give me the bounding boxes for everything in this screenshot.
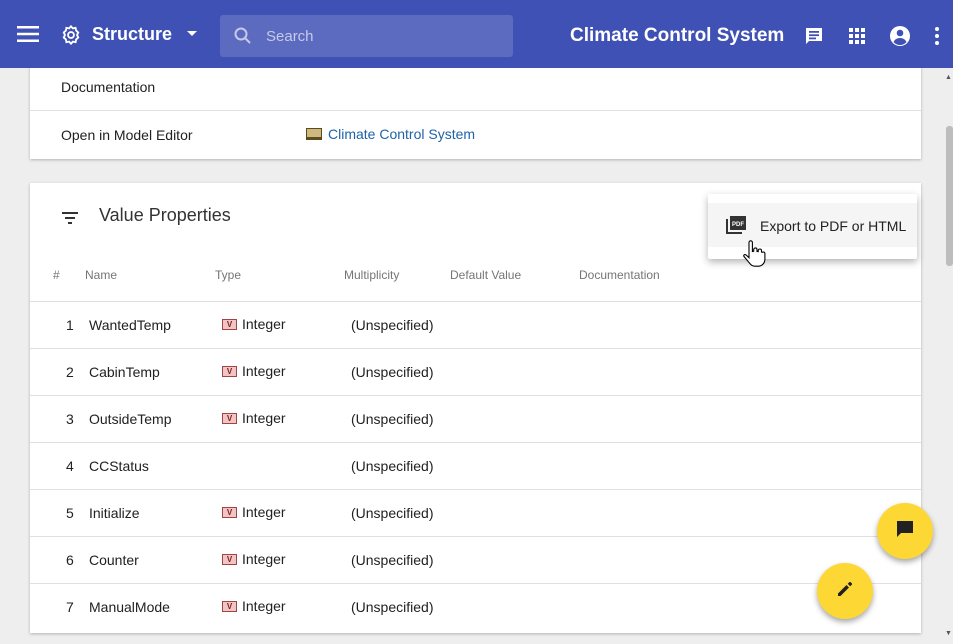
apps-grid-icon[interactable]	[849, 28, 865, 44]
scroll-up-arrow-icon[interactable]: ▲	[945, 74, 952, 81]
gear-icon[interactable]	[60, 24, 82, 46]
row-multiplicity: (Unspecified)	[351, 505, 434, 521]
table-row[interactable]: 1 WantedTemp V Integer (Unspecified)	[30, 301, 921, 348]
hand-pointer-cursor-icon	[742, 240, 766, 268]
row-type: V Integer	[222, 316, 286, 332]
table-row[interactable]: 2 CabinTemp V Integer (Unspecified)	[30, 348, 921, 395]
row-type: V Integer	[222, 504, 286, 520]
edit-fab-button[interactable]	[817, 563, 873, 619]
model-diagram-icon	[306, 128, 322, 140]
row-type: V Integer	[222, 363, 286, 379]
row-number: 5	[66, 505, 74, 521]
row-type-label: Integer	[242, 504, 286, 520]
table-row[interactable]: 3 OutsideTemp V Integer (Unspecified)	[30, 395, 921, 442]
row-type-label: Integer	[242, 316, 286, 332]
structure-dropdown-label[interactable]: Structure	[92, 24, 172, 45]
filter-list-icon[interactable]	[62, 211, 78, 224]
row-number: 1	[66, 317, 74, 333]
model-editor-link-text[interactable]: Climate Control System	[328, 126, 475, 142]
value-type-icon: V	[222, 553, 237, 565]
row-type-label: Integer	[242, 551, 286, 567]
chat-fab-button[interactable]	[877, 503, 933, 559]
search-input[interactable]	[266, 25, 496, 47]
row-multiplicity: (Unspecified)	[351, 411, 434, 427]
value-type-icon: V	[222, 365, 237, 377]
export-pdf-html-menu-item[interactable]: PDF Export to PDF or HTML	[708, 203, 917, 247]
row-name: ManualMode	[89, 599, 170, 615]
row-multiplicity: (Unspecified)	[351, 364, 434, 380]
app-title: Climate Control System	[570, 25, 785, 46]
value-type-icon: V	[222, 318, 237, 330]
search-box[interactable]	[220, 15, 513, 57]
menu-icon[interactable]	[17, 26, 39, 42]
value-type-icon: V	[222, 506, 237, 518]
pdf-badge-text: PDF	[732, 222, 744, 228]
section-title: Value Properties	[99, 205, 231, 225]
scroll-down-arrow-icon[interactable]: ▼	[945, 630, 952, 637]
value-type-icon: V	[222, 600, 237, 612]
value-type-icon: V	[222, 412, 237, 424]
account-circle-icon[interactable]	[889, 25, 911, 47]
row-type: V Integer	[222, 598, 286, 614]
row-name: Initialize	[89, 505, 140, 521]
row-multiplicity: (Unspecified)	[351, 552, 434, 568]
export-menu-item-label[interactable]: Export to PDF or HTML	[760, 218, 906, 234]
row-number: 3	[66, 411, 74, 427]
more-vert-icon[interactable]	[932, 26, 942, 46]
row-multiplicity: (Unspecified)	[351, 458, 434, 474]
row-number: 6	[66, 552, 74, 568]
row-name: CabinTemp	[89, 364, 160, 380]
chat-icon	[895, 519, 915, 544]
scroll-thumb[interactable]	[946, 126, 953, 266]
export-menu: PDF Export to PDF or HTML	[708, 194, 917, 259]
vertical-scrollbar[interactable]: ▲ ▼	[944, 68, 953, 644]
row-multiplicity: (Unspecified)	[351, 599, 434, 615]
row-name: Counter	[89, 552, 139, 568]
column-header-documentation[interactable]: Documentation	[579, 268, 660, 282]
column-header-default-value[interactable]: Default Value	[450, 268, 521, 282]
documentation-label: Documentation	[61, 79, 156, 95]
row-number: 7	[66, 599, 74, 615]
pdf-file-icon: PDF	[726, 216, 746, 234]
column-header-number[interactable]: #	[53, 268, 60, 282]
model-editor-link[interactable]: Climate Control System	[306, 126, 475, 142]
top-app-bar: Structure Climate Control System	[0, 0, 953, 68]
row-type-label: Integer	[242, 410, 286, 426]
row-type-label: Integer	[242, 363, 286, 379]
column-header-type[interactable]: Type	[215, 268, 241, 282]
row-number: 4	[66, 458, 74, 474]
row-number: 2	[66, 364, 74, 380]
column-header-multiplicity[interactable]: Multiplicity	[344, 268, 399, 282]
row-multiplicity: (Unspecified)	[351, 317, 434, 333]
comment-icon[interactable]	[805, 27, 823, 45]
table-row[interactable]: 7 ManualMode V Integer (Unspecified)	[30, 583, 921, 630]
row-name: CCStatus	[89, 458, 149, 474]
row-type-label: Integer	[242, 598, 286, 614]
caret-down-icon[interactable]	[186, 29, 198, 39]
documentation-row: Documentation	[30, 64, 921, 111]
row-type: V Integer	[222, 410, 286, 426]
properties-card: Documentation Open in Model Editor Clima…	[30, 64, 921, 159]
search-icon	[233, 26, 253, 46]
open-in-model-editor-row: Open in Model Editor Climate Control Sys…	[30, 112, 921, 159]
row-name: WantedTemp	[89, 317, 171, 333]
row-name: OutsideTemp	[89, 411, 172, 427]
pencil-icon	[836, 580, 854, 603]
row-type: V Integer	[222, 551, 286, 567]
table-row[interactable]: 4 CCStatus (Unspecified)	[30, 442, 921, 489]
table-row[interactable]: 6 Counter V Integer (Unspecified)	[30, 536, 921, 583]
table-row[interactable]: 5 Initialize V Integer (Unspecified)	[30, 489, 921, 536]
open-in-model-editor-label: Open in Model Editor	[61, 127, 193, 143]
column-header-name[interactable]: Name	[85, 268, 117, 282]
